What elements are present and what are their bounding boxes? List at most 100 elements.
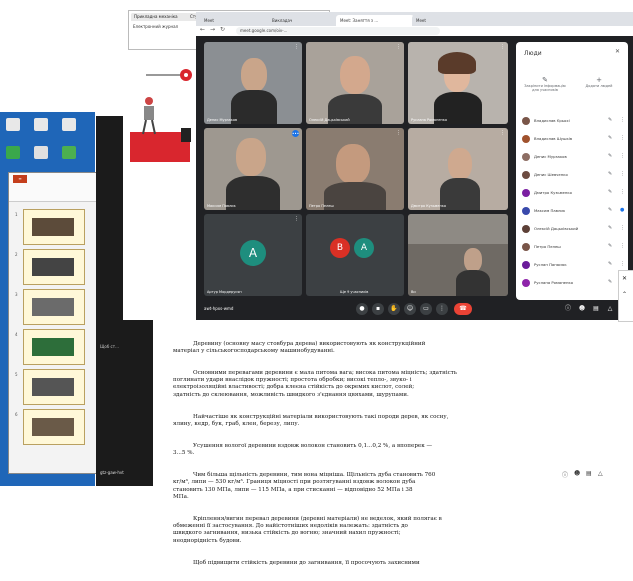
desktop-shortcut[interactable] <box>58 146 80 160</box>
more-icon[interactable]: ⋮ <box>620 135 625 141</box>
video-tile[interactable]: ⋮ Дмитро Кузьменко <box>408 128 508 210</box>
close-icon[interactable]: ✕ <box>615 48 620 55</box>
participant-row[interactable]: Владислав Шушків ✎ ⋮ <box>522 134 626 145</box>
more-icon[interactable]: ⋮ <box>396 44 401 50</box>
mic-off-icon[interactable]: ✎ <box>608 261 612 267</box>
chevron-up-icon[interactable]: ⌃ <box>622 291 627 298</box>
participant-row[interactable]: Петро Пелеш ✎ ⋮ <box>522 242 626 253</box>
video-tile[interactable]: ⋮ Петро Пелеш <box>306 128 404 210</box>
url-input[interactable]: meet.google.com/oiv-... <box>236 27 440 35</box>
slide-thumbnail[interactable]: 2 <box>15 249 85 285</box>
video-tile-self[interactable]: Ви <box>408 214 508 296</box>
emoji-icon[interactable]: ☺ <box>404 303 416 315</box>
browser-tab-active[interactable]: Meet: Заняття з ... <box>336 15 414 26</box>
browser-tab[interactable]: Meet <box>412 15 456 26</box>
desktop-shortcut[interactable] <box>2 118 24 132</box>
slide-thumbnail[interactable]: 5 <box>15 369 85 405</box>
browser-tab[interactable]: Викладач <box>268 15 338 26</box>
more-icon[interactable]: ⋮ <box>620 117 625 123</box>
people-icon[interactable]: ☻ <box>576 303 588 315</box>
more-icon[interactable]: ⋮ <box>620 225 625 231</box>
people-icon[interactable]: ☻ <box>574 470 580 477</box>
paragraph: Чим більша щільність деревини, тим вона … <box>173 471 436 500</box>
slide-thumbnail[interactable]: 1 <box>15 209 85 245</box>
activities-icon[interactable]: △ <box>604 303 616 315</box>
participant-row[interactable]: Руслана Романенко✎⋮ <box>522 278 626 289</box>
slide-thumbnail[interactable]: 4 <box>15 329 85 365</box>
desktop-shortcut[interactable] <box>2 146 24 160</box>
video-tile[interactable]: ⋮ Руслана Романенко <box>408 42 508 124</box>
desktop-shortcut[interactable] <box>30 118 52 132</box>
more-icon[interactable]: ⋮ <box>620 261 625 267</box>
more-icon[interactable]: ⋮ <box>500 130 505 136</box>
participant-row[interactable]: Олексій Дацьківський ✎ ⋮ <box>522 224 626 235</box>
side-scroll-panel[interactable]: ✕ ⌃ <box>618 270 633 322</box>
participant-name: Руслана Романенко <box>534 280 574 285</box>
mic-off-icon[interactable]: ✎ <box>608 117 612 123</box>
participant-row[interactable]: Дмитро Кузьменко ✎ ⋮ <box>522 188 626 199</box>
participant-row[interactable]: Владислав Єрьохі ✎ ⋮ <box>522 116 626 127</box>
bookmark-link[interactable]: Електронний журнал <box>133 24 178 29</box>
present-icon[interactable]: ▭ <box>420 303 432 315</box>
mic-off-icon[interactable]: ✎ <box>608 189 612 195</box>
pin-info-button[interactable]: ✎ Закріпити інформацію для учасників <box>522 76 568 93</box>
participant-row[interactable]: Денис Мурзаков ✎ ⋮ <box>522 152 626 163</box>
camera-icon[interactable]: ▪ <box>372 303 384 315</box>
mic-icon[interactable]: ● <box>356 303 368 315</box>
avatar <box>522 171 530 179</box>
mic-off-icon[interactable]: ✎ <box>608 207 612 213</box>
participant-row[interactable]: Денис Шевченко ✎ ⋮ <box>522 170 626 181</box>
chat-icon[interactable]: ▤ <box>586 470 592 477</box>
more-participants-label[interactable]: Ще 9 учасників <box>340 290 368 294</box>
chat-icon[interactable]: ▤ <box>590 303 602 315</box>
mic-off-icon[interactable]: ✎ <box>608 171 612 177</box>
more-icon[interactable]: ⋮ <box>620 243 625 249</box>
desktop-shortcut[interactable] <box>58 118 80 132</box>
forward-icon[interactable]: → <box>210 26 215 33</box>
mic-off-icon[interactable]: ✎ <box>608 243 612 249</box>
more-icon[interactable]: ⋮ <box>294 216 299 222</box>
more-icon[interactable]: ⋮ <box>620 171 625 177</box>
video-tile[interactable]: A ⋮ Артур Мордерусян <box>204 214 302 296</box>
file-tab[interactable]: ≡ <box>13 175 27 183</box>
pin-icon: ✎ <box>542 76 548 84</box>
reload-icon[interactable]: ↻ <box>220 26 225 33</box>
more-icon[interactable]: ⋮ <box>294 44 299 50</box>
browser-tab[interactable]: Прикладна механіка <box>131 13 189 21</box>
hangup-icon[interactable]: ☎ <box>454 303 472 315</box>
browser-tab[interactable]: Meet <box>200 15 258 26</box>
participant-name: Денис Мурзаков <box>207 118 238 122</box>
mic-off-icon[interactable]: ✎ <box>608 135 612 141</box>
video-tile[interactable]: ⋮ Олексій Дацьківський <box>306 42 404 124</box>
info-icon[interactable]: ⓘ <box>562 303 574 315</box>
activities-icon[interactable]: △ <box>598 470 603 477</box>
speaking-indicator-icon[interactable]: ● <box>620 207 624 213</box>
add-people-button[interactable]: + Додати людей <box>576 77 622 89</box>
more-icon[interactable]: ⋮ <box>620 153 625 159</box>
document-body[interactable]: Деревину (основну масу стовбура дерева) … <box>173 326 613 581</box>
more-icon[interactable]: ⋮ <box>620 189 625 195</box>
info-icon[interactable]: ⓘ <box>562 470 568 479</box>
word-document[interactable]: Деревину (основну масу стовбура дерева) … <box>153 320 618 566</box>
slide-thumbnail[interactable]: 6 <box>15 409 85 445</box>
more-options-icon[interactable]: ⋮ <box>436 303 448 315</box>
video-tile[interactable]: ••• Максим Павлик <box>204 128 302 210</box>
back-icon[interactable]: ← <box>200 26 205 33</box>
close-icon[interactable]: ✕ <box>622 275 627 282</box>
mic-off-icon[interactable]: ✎ <box>608 153 612 159</box>
slide-thumbnail[interactable]: 3 <box>15 289 85 325</box>
participant-row[interactable]: Максим Павлик ✎ ● <box>522 206 626 217</box>
participant-name: Денис Мурзаков <box>534 154 567 159</box>
powerpoint-window[interactable]: ≡ 1 2 3 4 5 6 <box>8 172 98 474</box>
desktop-shortcut[interactable] <box>30 146 52 160</box>
participant-name: Владислав Шушків <box>534 136 573 141</box>
more-icon[interactable]: ⋮ <box>396 130 401 136</box>
participant-name: Владислав Єрьохі <box>534 118 570 123</box>
mic-off-icon[interactable]: ✎ <box>608 279 612 285</box>
more-icon[interactable]: ⋮ <box>500 44 505 50</box>
participant-row[interactable]: Руслан Панасюк ✎ ⋮ <box>522 260 626 271</box>
hand-icon[interactable]: ✋ <box>388 303 400 315</box>
mic-off-icon[interactable]: ✎ <box>608 225 612 231</box>
video-tile[interactable]: B A Ще 9 учасників <box>306 214 404 296</box>
video-tile[interactable]: ⋮ Денис Мурзаков <box>204 42 302 124</box>
